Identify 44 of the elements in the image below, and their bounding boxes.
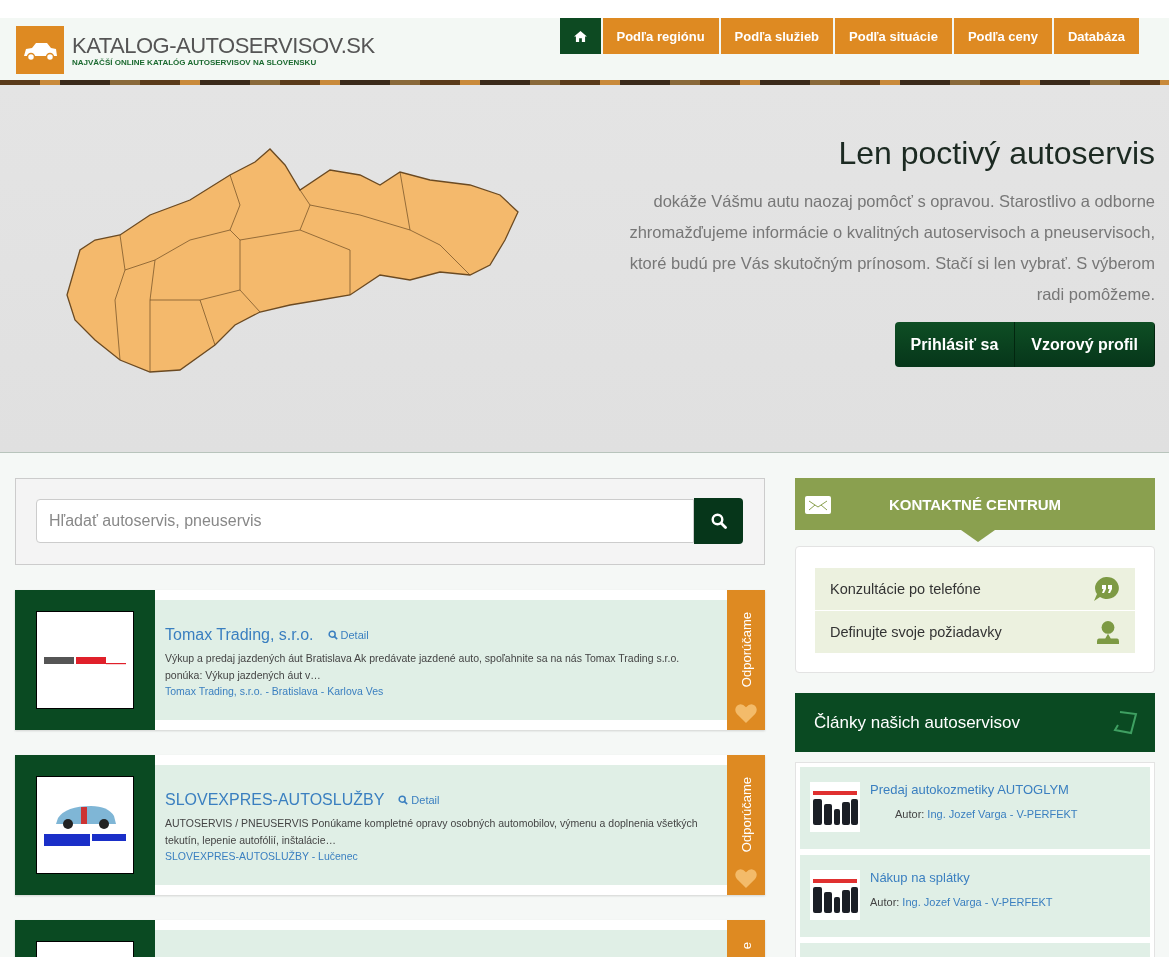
site-tagline: NAJVÄČŠÍ ONLINE KATALÓG AUTOSERVISOV NA SLOVENSKU	[72, 57, 318, 67]
sample-profile-button[interactable]: Vzorový profil	[1015, 322, 1155, 367]
search-icon	[710, 513, 727, 529]
nav-tab[interactable]: Podľa ceny	[953, 18, 1052, 54]
nav-tab[interactable]: Podľa regiónu	[602, 18, 719, 54]
detail-link[interactable]: Detail	[398, 794, 440, 806]
search-field[interactable]: Hľadať autoservis, pneuservis	[36, 499, 694, 543]
document-icon	[1112, 709, 1138, 736]
listing-description: AUTOSERVIS / PNEUSERVIS Ponúkame kompletné opravy osobných automobilov, výmenu a doplnenia všetkých tekutín, lepenie autofólií, inštalácie…	[165, 816, 699, 848]
listing-title-link[interactable]: SLOVEXPRES-AUTOSLUŽBY	[165, 791, 385, 809]
home-nav-button[interactable]	[559, 18, 601, 54]
person-icon	[1097, 619, 1119, 645]
recommended-badge: Odporúčame	[727, 590, 765, 730]
search-icon	[327, 630, 338, 640]
hero-text: dokáže Vášmu autu naozaj pomôcť s opravou. Starostlivo a odborne zhromažďujeme informácie o kvalitných autoservisoch a pneuservisoch, ktoré budú pre Vás skutočným prínosom. Stačí si len vybrať. S výberom radi pomôžeme.	[628, 191, 1155, 305]
listing-address-link[interactable]: SLOVEXPRES-AUTOSLUŽBY - Lučenec	[165, 850, 717, 862]
home-icon	[573, 30, 587, 42]
article-title-link[interactable]: Predaj autokozmetiky AUTOGLYM	[870, 782, 1078, 797]
author-link[interactable]: Ing. Jozef Varga - V-PERFEKT	[927, 808, 1078, 820]
envelope-icon	[805, 496, 831, 514]
nav-tab[interactable]: Databáza	[1053, 18, 1139, 54]
article-title-link[interactable]: Nákup na splátky	[870, 870, 1053, 885]
site-title: KATALOG-AUTOSERVISOV.SK	[72, 33, 375, 58]
quote-bubble-icon	[1093, 576, 1119, 602]
search-button[interactable]	[694, 498, 743, 544]
author-label: Autor:	[870, 896, 900, 908]
recommended-badge: e	[727, 920, 765, 957]
recommended-badge: Odporúčame	[727, 755, 765, 895]
listing-address-link[interactable]: Tomax Trading, s.r.o. - Bratislava - Karlova Ves	[165, 685, 717, 697]
contact-option[interactable]: Definujte svoje požiadavky	[815, 611, 1135, 653]
nav-tab[interactable]: Podľa situácie	[835, 18, 952, 54]
search-icon	[398, 795, 409, 805]
listing-description: Výkup a predaj jazdených áut Bratislava Ak predávate jazdené auto, spoľahnite sa na nás Tomax Trading s.r.o. ponúka: Výkup jazdených áut v…	[165, 651, 681, 683]
listing-title-link[interactable]: Tomax Trading, s.r.o.	[165, 626, 314, 644]
articles-title: Články našich autoservisov	[814, 712, 1020, 733]
detail-link[interactable]: Detail	[327, 629, 369, 641]
author-link[interactable]: Ing. Jozef Varga - V-PERFEKT	[902, 896, 1053, 908]
nav-tab[interactable]: Podľa služieb	[720, 18, 834, 54]
contact-option[interactable]: Konzultácie po telefóne	[815, 568, 1135, 610]
contact-title: KONTAKTNÉ CENTRUM	[888, 495, 1062, 513]
car-logo-icon	[16, 26, 64, 74]
login-button[interactable]: Prihlásiť sa	[894, 322, 1016, 367]
hero-title: Len poctivý autoservis	[837, 135, 1155, 172]
author-label: Autor:	[895, 808, 925, 820]
